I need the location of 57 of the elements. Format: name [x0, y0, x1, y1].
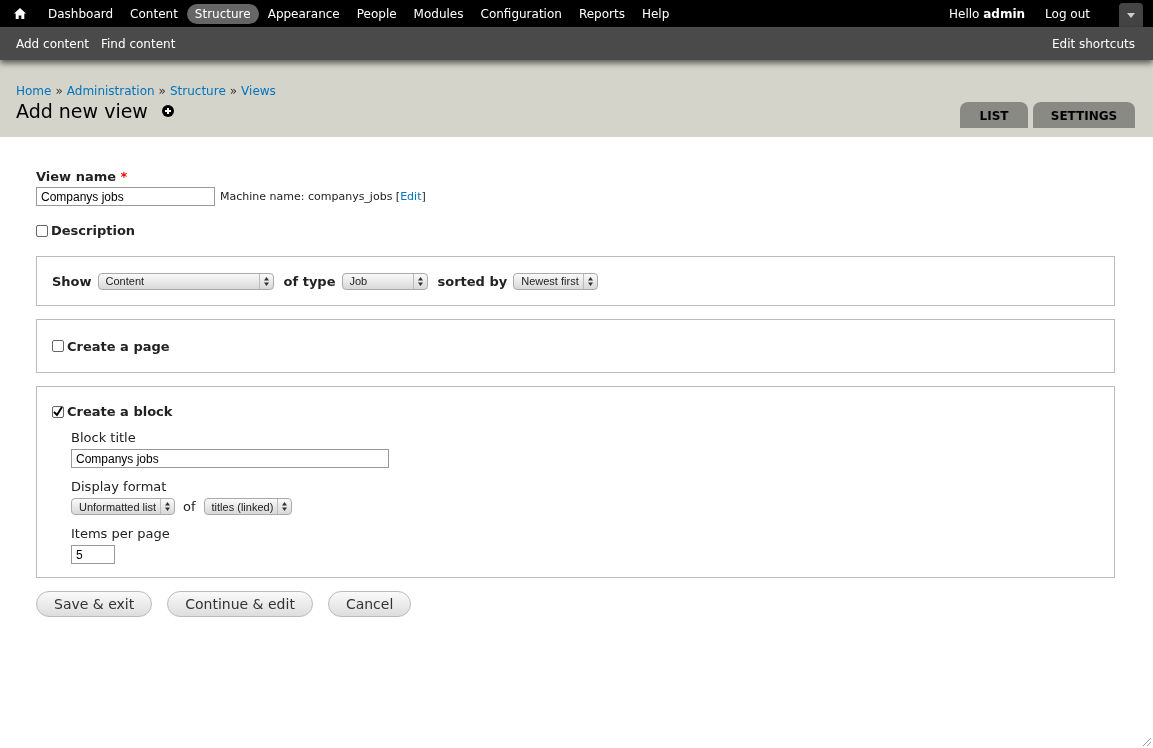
caret-icon	[1127, 12, 1135, 18]
select-dropdown[interactable]: Unformatted list	[71, 498, 176, 515]
checkbox[interactable]	[52, 405, 64, 418]
form-button[interactable]: Continue & edit	[167, 591, 313, 617]
breadcrumb-separator: »	[229, 84, 238, 98]
machine-name-text: Machine name: companys_jobs [Edit]	[220, 190, 426, 203]
tab[interactable]: SETTINGS	[1033, 102, 1135, 128]
breadcrumb-separator: »	[158, 84, 166, 98]
select-dropdown[interactable]: Content	[97, 272, 274, 290]
toolbar-menu-item[interactable]: People	[348, 3, 405, 24]
select-dropdown[interactable]: Newest first	[513, 272, 598, 290]
block-title-field[interactable]: Companys jobs	[71, 449, 389, 468]
field-label: Show	[52, 273, 92, 289]
shortcuts-toggle-button[interactable]	[1119, 3, 1143, 27]
home-icon[interactable]	[14, 8, 26, 19]
field-label: View name *	[36, 169, 129, 184]
form-button[interactable]: Save & exit	[36, 591, 153, 617]
field-label: Display format	[71, 479, 168, 494]
select-dropdown[interactable]: titles (linked)	[203, 498, 293, 515]
items-per-page-field[interactable]: 5	[71, 545, 115, 564]
form-button[interactable]: Cancel	[327, 591, 412, 617]
field-label: sorted by	[437, 273, 508, 289]
connector-text: of	[183, 499, 196, 514]
shortcut-link[interactable]: Add content	[16, 36, 89, 51]
field-label: Items per page	[71, 526, 171, 541]
select-arrows-icon	[165, 502, 171, 511]
field-label: Block title	[71, 430, 137, 445]
checkbox-label: Create a block	[67, 404, 173, 419]
field-label: of type	[283, 273, 336, 289]
select-dropdown[interactable]: Job	[341, 272, 428, 290]
toolbar-menu-item[interactable]: Reports	[570, 3, 633, 24]
view-name-field[interactable]: Companys jobs	[36, 187, 215, 206]
checkbox-label: Create a page	[67, 338, 170, 354]
select-arrows-icon	[282, 502, 288, 511]
select-arrows-icon	[417, 276, 423, 286]
shortcut-link[interactable]: Find content	[101, 36, 176, 51]
edit-link[interactable]: Edit	[400, 190, 422, 203]
toolbar-menu-item[interactable]: Modules	[405, 3, 472, 24]
toolbar-menu-item[interactable]: Content	[122, 3, 186, 24]
select-arrows-icon	[263, 276, 269, 286]
toolbar-menu-item[interactable]: Structure	[186, 3, 259, 24]
logout-link[interactable]: Log out	[1037, 3, 1098, 24]
page-title: Add new view	[16, 100, 148, 122]
resize-grip-icon[interactable]	[1141, 736, 1151, 746]
checkbox-label: Description	[51, 223, 136, 238]
edit-shortcuts-link[interactable]: Edit shortcuts	[1051, 36, 1135, 51]
breadcrumb-separator: »	[55, 84, 63, 98]
toolbar-menu-item[interactable]: Configuration	[472, 3, 570, 24]
add-shortcut-icon[interactable]	[161, 105, 174, 117]
tab[interactable]: LIST	[960, 102, 1028, 128]
checkbox[interactable]	[52, 340, 64, 352]
toolbar-menu-item[interactable]: Dashboard	[40, 3, 122, 24]
toolbar-menu-item[interactable]: Help	[633, 3, 678, 24]
select-arrows-icon	[587, 276, 593, 286]
toolbar-menu-item[interactable]: Appearance	[259, 3, 348, 24]
checkbox[interactable]	[36, 224, 48, 237]
user-greeting: Hello admin	[949, 6, 1026, 21]
